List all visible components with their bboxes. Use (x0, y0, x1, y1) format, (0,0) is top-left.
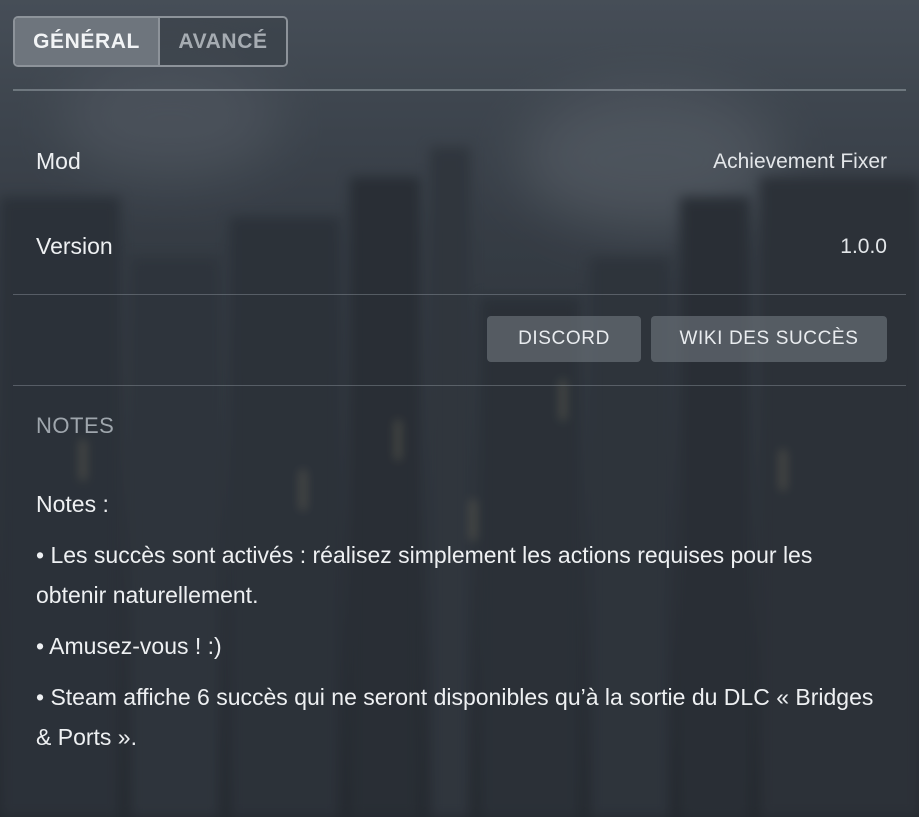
notes-section-title: NOTES (36, 413, 115, 438)
version-row: Version 1.0.0 (36, 233, 887, 260)
tab-general[interactable]: GÉNÉRAL (15, 18, 160, 65)
notes-line: • Amusez-vous ! :) (36, 633, 222, 659)
achievements-wiki-button[interactable]: WIKI DES SUCCÈS (651, 316, 887, 362)
notes-line: • Steam affiche 6 succès qui ne seront d… (36, 684, 874, 750)
buttons-divider (13, 385, 906, 386)
mod-info-panel: GÉNÉRAL AVANCÉ Mod Achievement Fixer Ver… (0, 0, 919, 817)
tab-bar: GÉNÉRAL AVANCÉ (13, 16, 288, 67)
mod-row: Mod Achievement Fixer (36, 148, 887, 175)
info-divider (13, 294, 906, 295)
tab-advanced[interactable]: AVANCÉ (160, 18, 286, 65)
version-value: 1.0.0 (840, 234, 887, 258)
notes-heading: Notes : (36, 491, 109, 517)
notes-text: Notes : • Les succès sont activés : réal… (36, 484, 879, 768)
notes-line: • Les succès sont activés : réalisez sim… (36, 542, 813, 608)
header-divider (13, 89, 906, 91)
mod-value: Achievement Fixer (713, 149, 887, 173)
version-label: Version (36, 233, 113, 259)
discord-button[interactable]: DISCORD (487, 316, 641, 362)
mod-label: Mod (36, 148, 81, 174)
